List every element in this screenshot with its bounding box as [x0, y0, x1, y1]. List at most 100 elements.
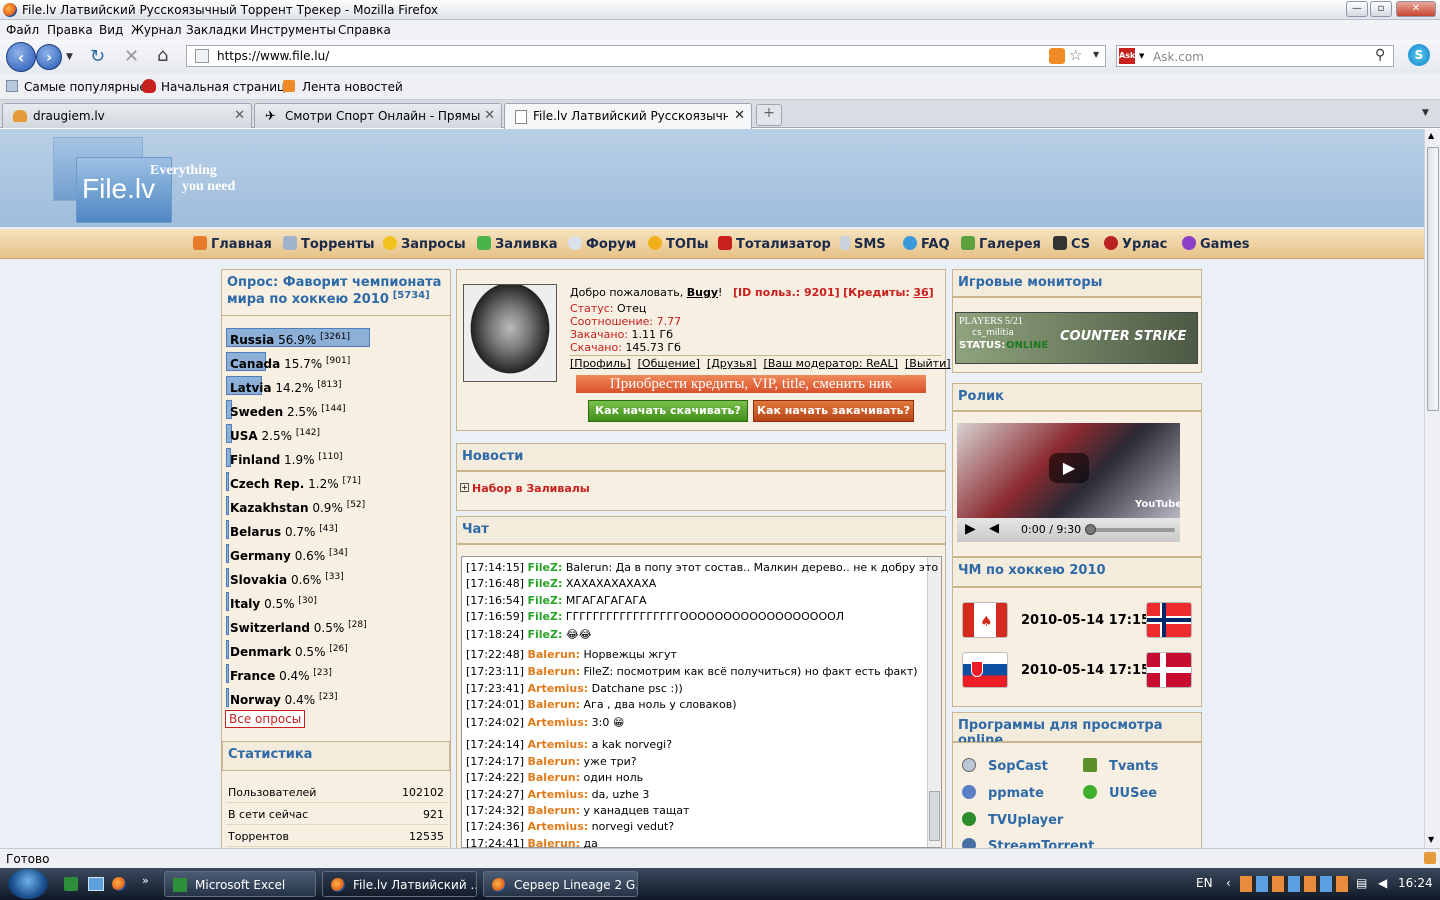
menu-help[interactable]: Справка — [338, 23, 391, 37]
quicklaunch-more-icon[interactable]: » — [142, 874, 149, 887]
chat-nick[interactable]: Balerun: — [528, 837, 581, 848]
task-firefox-filelv[interactable]: File.lv Латвийский ... — [322, 871, 477, 897]
program-ppmate[interactable]: ppmate — [962, 785, 1044, 801]
tab-sport-online[interactable]: ✈ Смотри Спорт Онлайн - Прямые ... ✕ — [254, 103, 502, 128]
quicklaunch-excel-icon[interactable] — [64, 877, 78, 891]
menu-view[interactable]: Вид — [99, 23, 123, 37]
chat-scroll-thumb[interactable] — [929, 791, 940, 841]
tab-file-lv[interactable]: File.lv Латвийский Русскоязычн... ✕ — [504, 103, 752, 129]
username-link[interactable]: Bugy — [687, 286, 718, 299]
chat-nick[interactable]: Balerun: — [528, 698, 581, 711]
tray-network-icon[interactable]: ▤ — [1356, 876, 1367, 890]
buy-credits-banner[interactable]: Приобрести кредиты, VIP, title, сменить … — [576, 375, 926, 393]
page-scrollbar[interactable]: ▲ ▼ — [1424, 129, 1440, 848]
chat-nick[interactable]: Artemius: — [528, 716, 589, 729]
task-firefox-lineage[interactable]: Сервер Lineage 2 G... — [483, 871, 638, 897]
chat-nick[interactable]: FileZ: — [528, 577, 563, 590]
chat-nick[interactable]: Balerun: — [528, 804, 581, 817]
cs-server-monitor[interactable]: PLAYERS 5/21 cs_militia STATUS: ONLINE C… — [955, 312, 1198, 364]
chat-nick[interactable]: Artemius: — [528, 788, 589, 801]
chat-nick[interactable]: Balerun: — [528, 755, 581, 768]
play-overlay-icon[interactable]: ▶ — [1049, 453, 1089, 483]
chat-nick[interactable]: Artemius: — [528, 738, 589, 751]
bookmark-popular[interactable]: Самые популярные — [24, 80, 147, 94]
credits-value[interactable]: 36 — [913, 286, 928, 299]
scroll-thumb[interactable] — [1427, 147, 1439, 411]
tab-close-icon[interactable]: ✕ — [484, 108, 495, 123]
video-thumbnail[interactable]: ▶ YouTube — [957, 423, 1182, 518]
rss-icon[interactable] — [1049, 48, 1065, 64]
moderator-link[interactable]: [Ваш модератор: ReAL] — [764, 357, 898, 370]
menu-faq[interactable]: FAQ — [903, 236, 950, 252]
menu-torrents[interactable]: Торренты — [283, 236, 375, 252]
url-dropdown-icon[interactable]: ▼ — [1093, 50, 1099, 59]
chat-nick[interactable]: Balerun: — [528, 665, 581, 678]
chat-nick[interactable]: Balerun: — [528, 648, 581, 661]
scroll-up-icon[interactable]: ▲ — [1428, 131, 1434, 140]
tray-expand-icon[interactable]: ‹ — [1226, 876, 1231, 890]
tab-close-icon[interactable]: ✕ — [234, 108, 245, 123]
chat-nick[interactable]: FileZ: — [528, 610, 563, 623]
search-icon[interactable]: ⚲ — [1375, 47, 1385, 63]
tab-draugiem[interactable]: draugiem.lv ✕ — [2, 103, 252, 128]
back-button[interactable]: ‹ — [6, 42, 36, 72]
quicklaunch-desktop-icon[interactable] — [88, 877, 104, 891]
menu-cs[interactable]: CS — [1053, 236, 1090, 252]
language-indicator[interactable]: EN — [1196, 876, 1213, 890]
url-bar[interactable]: https://www.file.lu/ ☆ ▼ — [186, 45, 1106, 67]
skype-icon[interactable]: S — [1408, 44, 1430, 66]
star-icon[interactable]: ☆ — [1069, 46, 1082, 64]
menu-upload[interactable]: Заливка — [477, 236, 557, 252]
tray-icons[interactable] — [1240, 876, 1350, 892]
stop-icon[interactable]: ✕ — [124, 46, 139, 67]
tab-close-icon[interactable]: ✕ — [734, 108, 745, 123]
menu-forum[interactable]: Форум — [568, 236, 636, 252]
program-tvuplayer[interactable]: TVUplayer — [962, 812, 1063, 828]
search-bar[interactable]: Ask ▼ Ask.com ⚲ — [1116, 45, 1394, 67]
menu-home[interactable]: Главная — [193, 236, 272, 252]
chat-nick[interactable]: FileZ: — [528, 561, 563, 574]
maximize-button[interactable]: ▫ — [1370, 1, 1392, 17]
menu-bookmarks[interactable]: Закладки — [186, 23, 247, 37]
profile-link[interactable]: [Профиль] — [570, 357, 631, 370]
program-sopcast[interactable]: SopCast — [962, 758, 1048, 774]
menu-tops[interactable]: ТОПы — [648, 236, 709, 252]
all-polls-link[interactable]: Все опросы — [225, 710, 306, 728]
friends-link[interactable]: [Друзья] — [707, 357, 757, 370]
new-tab-button[interactable]: + — [756, 104, 782, 126]
history-dropdown-icon[interactable]: ▼ — [66, 52, 73, 62]
home-icon[interactable]: ⌂ — [157, 45, 168, 66]
site-logo[interactable]: File.lv — [82, 173, 155, 205]
chat-nick[interactable]: FileZ: — [528, 628, 563, 641]
logout-link[interactable]: [Выйти] — [905, 357, 951, 370]
task-excel[interactable]: Microsoft Excel — [164, 871, 316, 897]
chat-nick[interactable]: FileZ: — [528, 594, 563, 607]
addon-icon[interactable] — [1424, 852, 1436, 864]
menu-file[interactable]: Файл — [6, 23, 39, 37]
menu-totalizator[interactable]: Тотализатор — [718, 236, 831, 252]
minimize-button[interactable]: — — [1346, 1, 1368, 17]
tab-list-icon[interactable]: ▼ — [1422, 108, 1429, 118]
start-button[interactable] — [8, 869, 48, 899]
program-uusee[interactable]: UUSee — [1083, 785, 1157, 801]
engine-dropdown-icon[interactable]: ▼ — [1139, 52, 1144, 60]
volume-icon[interactable]: ◀ — [989, 521, 999, 536]
menu-sms[interactable]: SMS — [840, 236, 886, 252]
reload-icon[interactable]: ↻ — [90, 46, 105, 67]
quicklaunch-firefox-icon[interactable] — [112, 877, 126, 891]
video-progress[interactable] — [1087, 528, 1175, 532]
close-button[interactable]: ✕ — [1396, 1, 1436, 17]
program-streamtorrent[interactable]: StreamTorrent — [962, 838, 1094, 848]
play-icon[interactable]: ▶ — [965, 521, 976, 537]
messages-link[interactable]: [Общение] — [638, 357, 700, 370]
how-to-upload-button[interactable]: Как начать закачивать? — [753, 400, 914, 422]
how-to-download-button[interactable]: Как начать скачивать? — [588, 400, 748, 422]
news-item[interactable]: Набор в Заливалы — [472, 482, 590, 495]
menu-tools[interactable]: Инструменты — [250, 23, 336, 37]
menu-urlas[interactable]: Урлас — [1104, 236, 1167, 252]
ask-engine-icon[interactable]: Ask — [1119, 48, 1135, 64]
scroll-down-icon[interactable]: ▼ — [1428, 835, 1434, 844]
menu-history[interactable]: Журнал — [131, 23, 182, 37]
chat-scrollbar[interactable] — [927, 557, 941, 847]
menu-edit[interactable]: Правка — [47, 23, 93, 37]
